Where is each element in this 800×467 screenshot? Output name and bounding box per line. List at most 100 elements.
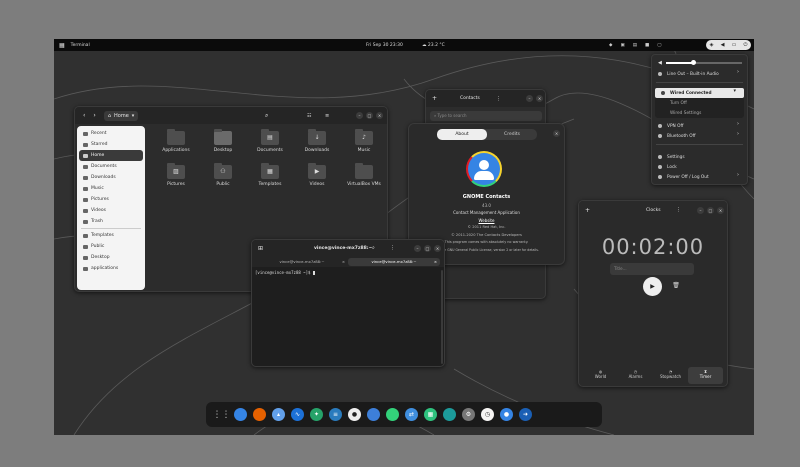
app-grid-icon[interactable]: ⋮⋮: [213, 408, 231, 421]
menu-icon[interactable]: ⋮: [496, 96, 501, 102]
maximize-button[interactable]: □: [707, 206, 714, 214]
folder-desktop[interactable]: Desktop: [205, 129, 241, 153]
browser-alt-icon[interactable]: [443, 408, 456, 421]
power-off-item[interactable]: Power Off / Log Out ›: [652, 172, 747, 182]
firefox-icon[interactable]: [253, 408, 266, 421]
system-monitor-icon[interactable]: ∿: [291, 408, 304, 421]
tab-about[interactable]: About: [437, 129, 487, 140]
sidebar-item-music[interactable]: Music: [79, 183, 143, 194]
search-icon[interactable]: ⌕: [372, 245, 375, 251]
activities-button[interactable]: ▦: [59, 42, 65, 49]
lock-item[interactable]: Lock: [652, 162, 747, 172]
sidebar-item-applications[interactable]: applications: [79, 263, 143, 274]
shield-icon[interactable]: ◆: [609, 43, 620, 48]
location-bar[interactable]: ⌂ Home ▾: [103, 110, 139, 121]
folder-applications[interactable]: Applications: [158, 129, 194, 153]
sidebar-item-public[interactable]: Public: [79, 241, 143, 252]
timer-title-input[interactable]: Title…: [610, 263, 694, 275]
close-button[interactable]: ×: [553, 130, 560, 137]
clock[interactable]: Fri Sep 30 23:30: [366, 43, 403, 48]
search-icon[interactable]: ⌕: [265, 112, 268, 120]
whatsapp-icon[interactable]: [386, 408, 399, 421]
minimize-button[interactable]: –: [697, 206, 704, 214]
back-icon[interactable]: ‹: [83, 112, 85, 119]
clocks-icon[interactable]: ◷: [481, 408, 494, 421]
sidebar-item-home[interactable]: Home: [79, 150, 143, 161]
website-link[interactable]: Website: [409, 217, 564, 225]
volume-slider[interactable]: ◀: [658, 59, 742, 67]
settings-icon[interactable]: ⚙: [462, 408, 475, 421]
folder-music[interactable]: ♪ Music: [346, 129, 382, 153]
close-button[interactable]: ×: [536, 95, 543, 102]
minimize-button[interactable]: –: [356, 112, 363, 119]
folder-documents[interactable]: ▤ Documents: [252, 129, 288, 153]
tab-stopwatch[interactable]: ◔ Stopwatch: [653, 367, 688, 384]
camera-icon[interactable]: ■: [645, 43, 657, 48]
sidebar-item-pictures[interactable]: Pictures: [79, 194, 143, 205]
wired-turn-off-item[interactable]: Turn Off: [655, 98, 744, 108]
menu-icon[interactable]: ⋮: [390, 245, 395, 251]
github-icon[interactable]: ●: [348, 408, 361, 421]
folder-pictures[interactable]: ▨ Pictures: [158, 163, 194, 187]
sidebar-item-recent[interactable]: Recent: [79, 128, 143, 139]
sidebar-item-starred[interactable]: Starred: [79, 139, 143, 150]
folder-videos[interactable]: ▶ Videos: [299, 163, 335, 187]
clipboard-icon[interactable]: ▤: [633, 43, 645, 48]
software-icon[interactable]: ✦: [310, 408, 323, 421]
maximize-button[interactable]: □: [424, 244, 431, 252]
close-tab-icon[interactable]: ×: [342, 259, 345, 264]
delete-button[interactable]: 🗑: [669, 279, 683, 293]
scrollbar[interactable]: [441, 270, 443, 364]
display-icon[interactable]: ▢: [657, 43, 669, 48]
sidebar-item-desktop[interactable]: Desktop: [79, 252, 143, 263]
files-icon[interactable]: [367, 408, 380, 421]
folder-templates[interactable]: ▦ Templates: [252, 163, 288, 187]
view-toggle-icon[interactable]: ☷: [307, 113, 311, 119]
tab-credits[interactable]: Credits: [487, 129, 537, 140]
audio-output-item[interactable]: Line Out – Built-in Audio ›: [652, 69, 747, 79]
vpn-item[interactable]: VPN Off ›: [652, 121, 747, 131]
close-button[interactable]: ×: [717, 206, 724, 214]
weather-indicator[interactable]: ☁ 23.2 °C: [422, 43, 445, 48]
app-menu[interactable]: Terminal: [71, 43, 90, 48]
contacts-icon[interactable]: ●: [500, 408, 513, 421]
start-button[interactable]: ▶: [643, 277, 662, 296]
contacts-search-input[interactable]: ⌕ Type to search: [430, 111, 542, 121]
menu-icon[interactable]: ≡: [325, 113, 329, 119]
apps-icon[interactable]: ▦: [424, 408, 437, 421]
sidebar-item-documents[interactable]: Documents: [79, 161, 143, 172]
minimize-button[interactable]: –: [414, 244, 421, 252]
close-button[interactable]: ×: [376, 112, 383, 119]
folder-public[interactable]: ⚇ Public: [205, 163, 241, 187]
close-tab-icon[interactable]: ×: [434, 258, 437, 266]
sidebar-item-templates[interactable]: Templates: [79, 230, 143, 241]
terminal-output[interactable]: [vince@vince-mx7z88 ~]$: [255, 270, 316, 276]
terminal-tab[interactable]: vince@vince-mx7z88:~ ×: [256, 259, 348, 264]
transfer-icon[interactable]: ⇄: [405, 408, 418, 421]
new-tab-icon[interactable]: ⊞: [258, 245, 263, 252]
forward-icon[interactable]: ›: [93, 112, 95, 119]
tab-timer[interactable]: ⧗ Timer: [688, 367, 723, 384]
menu-icon[interactable]: ⋮: [676, 207, 681, 213]
add-contact-icon[interactable]: +: [432, 95, 437, 102]
terminal-tab-active[interactable]: vince@vince-mx7z88:~ ×: [348, 257, 440, 266]
system-menu-button[interactable]: ◈ ◀ ▭ ⏻: [706, 40, 751, 50]
shortcut-icon[interactable]: ▣: [620, 43, 632, 48]
add-icon[interactable]: +: [585, 207, 590, 214]
terminal-icon[interactable]: ≡: [329, 408, 342, 421]
browser-icon[interactable]: [234, 408, 247, 421]
settings-item[interactable]: Settings: [652, 152, 747, 162]
minimize-button[interactable]: –: [526, 95, 533, 102]
sidebar-item-downloads[interactable]: Downloads: [79, 172, 143, 183]
tab-world[interactable]: ◍ World: [583, 367, 618, 384]
close-button[interactable]: ×: [434, 244, 441, 252]
wired-connected-item[interactable]: Wired Connected ▾: [655, 88, 744, 98]
sidebar-item-videos[interactable]: Videos: [79, 205, 143, 216]
bluetooth-item[interactable]: Bluetooth Off ›: [652, 131, 747, 141]
mail-icon[interactable]: ▴: [272, 408, 285, 421]
tab-alarms[interactable]: ◷ Alarms: [618, 367, 653, 384]
sync-icon[interactable]: ➜: [519, 408, 532, 421]
folder-virtualbox-vms[interactable]: VirtualBox VMs: [346, 163, 382, 187]
folder-downloads[interactable]: ↓ Downloads: [299, 129, 335, 153]
sidebar-item-trash[interactable]: Trash: [79, 216, 143, 227]
